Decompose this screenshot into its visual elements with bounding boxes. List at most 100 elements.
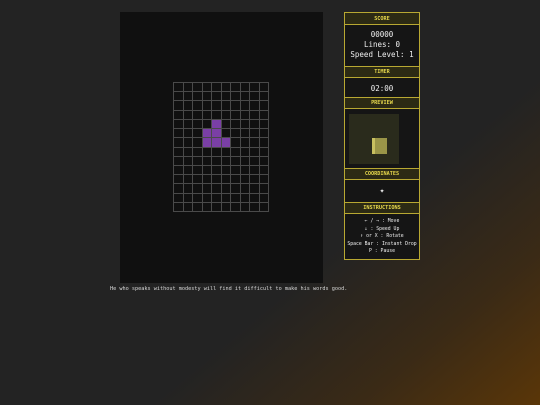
board-cell [250, 202, 260, 212]
instruction-pause: P : Pause [369, 249, 395, 255]
board-cell [174, 138, 184, 148]
board-cell [183, 119, 193, 130]
board-cell [183, 83, 193, 93]
board-cell [174, 184, 184, 194]
board-cell [250, 147, 260, 157]
board-cell [174, 175, 184, 185]
active-piece-block [212, 129, 222, 139]
board-cell [259, 202, 269, 212]
board-cell [231, 101, 241, 111]
board-cell [193, 184, 203, 194]
board-cell [174, 129, 184, 139]
score-section: 00000 Lines: 0 Speed Level: 1 [345, 30, 419, 60]
score-value: 00000 [370, 30, 394, 39]
game-board[interactable] [173, 82, 269, 212]
instruction-rotate: ↑ or X : Rotate [360, 234, 404, 240]
board-cell [221, 175, 231, 185]
board-cell [174, 202, 184, 212]
board-cell [183, 193, 193, 203]
preview-piece [372, 138, 387, 154]
board-cell [250, 92, 260, 102]
board-cell [193, 101, 203, 111]
board-cell [231, 92, 241, 102]
board-cell [231, 202, 241, 212]
board-cell [259, 110, 269, 120]
board-cell [240, 165, 250, 176]
board-cell [259, 129, 269, 139]
board-cell [193, 83, 203, 93]
board-cell [212, 165, 222, 176]
board-cell [221, 129, 231, 139]
board-cell [240, 175, 250, 185]
instruction-speed-up: ↓ : Speed Up [364, 226, 400, 232]
board-cell [240, 129, 250, 139]
board-cell [212, 83, 222, 93]
board-cell [183, 165, 193, 176]
board-cell [183, 138, 193, 148]
board-cell [183, 147, 193, 157]
board-cell [202, 101, 212, 111]
preview-box [349, 114, 399, 164]
game-area[interactable] [120, 12, 323, 283]
board-cell [231, 175, 241, 185]
board-cell [193, 119, 203, 130]
board-cell [221, 202, 231, 212]
board-cell [202, 147, 212, 157]
board-cell [193, 202, 203, 212]
board-cell [183, 156, 193, 166]
board-cell [259, 83, 269, 93]
board-cell [221, 193, 231, 203]
lines-count: Lines: 0 [363, 40, 401, 49]
instructions-list: ← / → : Move ↓ : Speed Up ↑ or X : Rotat… [345, 218, 419, 256]
board-cell [259, 138, 269, 148]
board-cell [231, 165, 241, 176]
board-cell [202, 193, 212, 203]
board-cell [212, 202, 222, 212]
board-cell [212, 110, 222, 120]
board-cell [231, 147, 241, 157]
board-cell [183, 129, 193, 139]
board-cell [231, 129, 241, 139]
board-cell [259, 147, 269, 157]
speed-level: Speed Level: 1 [350, 50, 414, 59]
board-cell [221, 101, 231, 111]
coordinates-header: COORDINATES [345, 168, 419, 180]
timer-header: TIMER [345, 66, 419, 78]
board-cell [202, 202, 212, 212]
board-cell [250, 129, 260, 139]
board-cell [193, 92, 203, 102]
board-cell [202, 156, 212, 166]
board-cell [183, 184, 193, 194]
board-cell [240, 119, 250, 130]
board-cell [250, 165, 260, 176]
board-cell [212, 175, 222, 185]
board-cell [221, 156, 231, 166]
board-cell [221, 184, 231, 194]
board-cell [193, 147, 203, 157]
side-panel: SCORE 00000 Lines: 0 Speed Level: 1 TIME… [344, 12, 420, 260]
board-cell [250, 184, 260, 194]
board-cell [221, 83, 231, 93]
board-cell [240, 83, 250, 93]
board-cell [202, 184, 212, 194]
coordinates-icon: ✦ [379, 186, 385, 195]
active-piece-block [212, 138, 222, 148]
board-cell [202, 92, 212, 102]
board-cell [231, 156, 241, 166]
board-cell [174, 119, 184, 130]
board-cell [202, 83, 212, 93]
board-cell [231, 110, 241, 120]
quote-text: He who speaks without modesty will find … [110, 286, 348, 292]
board-cell [202, 119, 212, 130]
board-cell [231, 119, 241, 130]
timer-value: 02:00 [370, 84, 394, 93]
board-cell [240, 110, 250, 120]
board-cell [193, 193, 203, 203]
active-piece-block [221, 138, 231, 148]
board-cell [231, 83, 241, 93]
board-cell [259, 165, 269, 176]
board-cell [174, 92, 184, 102]
board-cell [240, 184, 250, 194]
board-cell [193, 165, 203, 176]
board-cell [250, 110, 260, 120]
